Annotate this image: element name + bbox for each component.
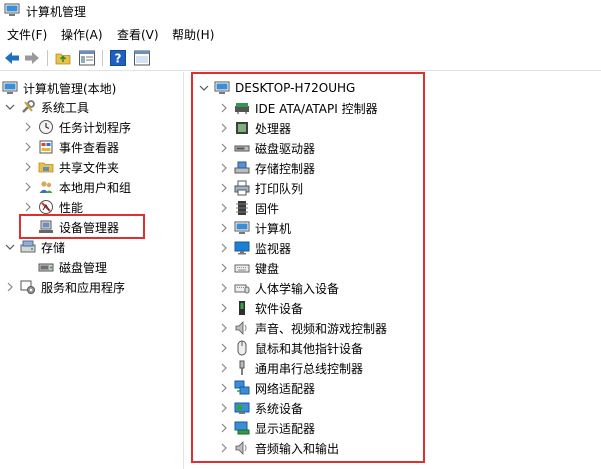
menu-file[interactable]: 文件(F) — [7, 26, 47, 43]
tree-item-local-users[interactable]: 本地用户和组 — [22, 177, 131, 197]
toolbar-separator — [102, 50, 103, 66]
svg-text:?: ? — [115, 52, 122, 66]
performance-icon — [39, 200, 53, 214]
tree-label: 事件查看器 — [59, 140, 120, 155]
up-folder-icon[interactable] — [54, 49, 72, 67]
tree-item-disk-management[interactable]: 磁盘管理 — [38, 257, 107, 277]
chevron-right-icon[interactable] — [22, 201, 34, 213]
tree-item-services[interactable]: 服务和应用程序 — [4, 277, 125, 297]
back-arrow-icon[interactable] — [3, 49, 21, 67]
chevron-right-icon[interactable] — [22, 121, 34, 133]
menu-bar: 文件(F) 操作(A) 查看(V) 帮助(H) — [0, 24, 601, 44]
tree-label: 计算机管理(本地) — [23, 81, 117, 96]
device-manager-highlight — [19, 214, 145, 239]
tree-item-storage[interactable]: 存储 — [4, 237, 65, 257]
tree-item-shared-folders[interactable]: 共享文件夹 — [22, 157, 119, 177]
computer-management-icon — [4, 3, 20, 16]
computer-management-icon — [2, 81, 18, 94]
tree-label: 共享文件夹 — [59, 160, 120, 175]
users-icon — [39, 181, 53, 193]
help-icon[interactable]: ? — [109, 49, 127, 67]
tree-label: 存储 — [41, 240, 66, 255]
device-tree-highlight — [191, 72, 425, 463]
tree-label: 性能 — [59, 200, 84, 215]
tree-label: 任务计划程序 — [59, 120, 132, 135]
chevron-right-icon[interactable] — [22, 141, 34, 153]
properties-pane-icon[interactable] — [133, 49, 151, 67]
menu-action[interactable]: 操作(A) — [61, 26, 103, 43]
tree-label: 系统工具 — [41, 100, 90, 115]
console-tree: 计算机管理(本地) 系统工具 任务计划程序 事件查看器 共享文件夹 本地用户和组… — [0, 72, 184, 469]
tree-label: 磁盘管理 — [59, 260, 108, 275]
tree-item-task-scheduler[interactable]: 任务计划程序 — [22, 117, 131, 137]
tools-icon — [22, 100, 35, 113]
shared-folder-icon — [38, 162, 54, 173]
chevron-right-icon[interactable] — [22, 161, 34, 173]
clock-icon — [39, 120, 53, 134]
tree-item-event-viewer[interactable]: 事件查看器 — [22, 137, 119, 157]
window-title: 计算机管理 — [26, 5, 87, 19]
tree-label: 本地用户和组 — [59, 180, 132, 195]
tree-label: 服务和应用程序 — [41, 280, 126, 295]
show-hide-tree-icon[interactable] — [78, 49, 96, 67]
toolbar: ? — [0, 46, 601, 71]
storage-icon — [20, 240, 36, 253]
toolbar-separator — [47, 50, 48, 66]
chevron-down-icon[interactable] — [4, 241, 16, 253]
chevron-down-icon[interactable] — [4, 101, 16, 113]
tree-item-system-tools[interactable]: 系统工具 — [4, 97, 89, 117]
chevron-right-icon[interactable] — [22, 181, 34, 193]
tree-item-root[interactable]: 计算机管理(本地) — [2, 78, 116, 98]
event-viewer-icon — [39, 140, 53, 154]
forward-arrow-icon[interactable] — [23, 49, 41, 67]
services-icon — [20, 280, 35, 294]
menu-view[interactable]: 查看(V) — [117, 26, 159, 43]
title-bar: 计算机管理 — [0, 0, 601, 22]
chevron-right-icon[interactable] — [4, 281, 16, 293]
disk-management-icon — [38, 263, 54, 272]
menu-help[interactable]: 帮助(H) — [172, 26, 214, 43]
